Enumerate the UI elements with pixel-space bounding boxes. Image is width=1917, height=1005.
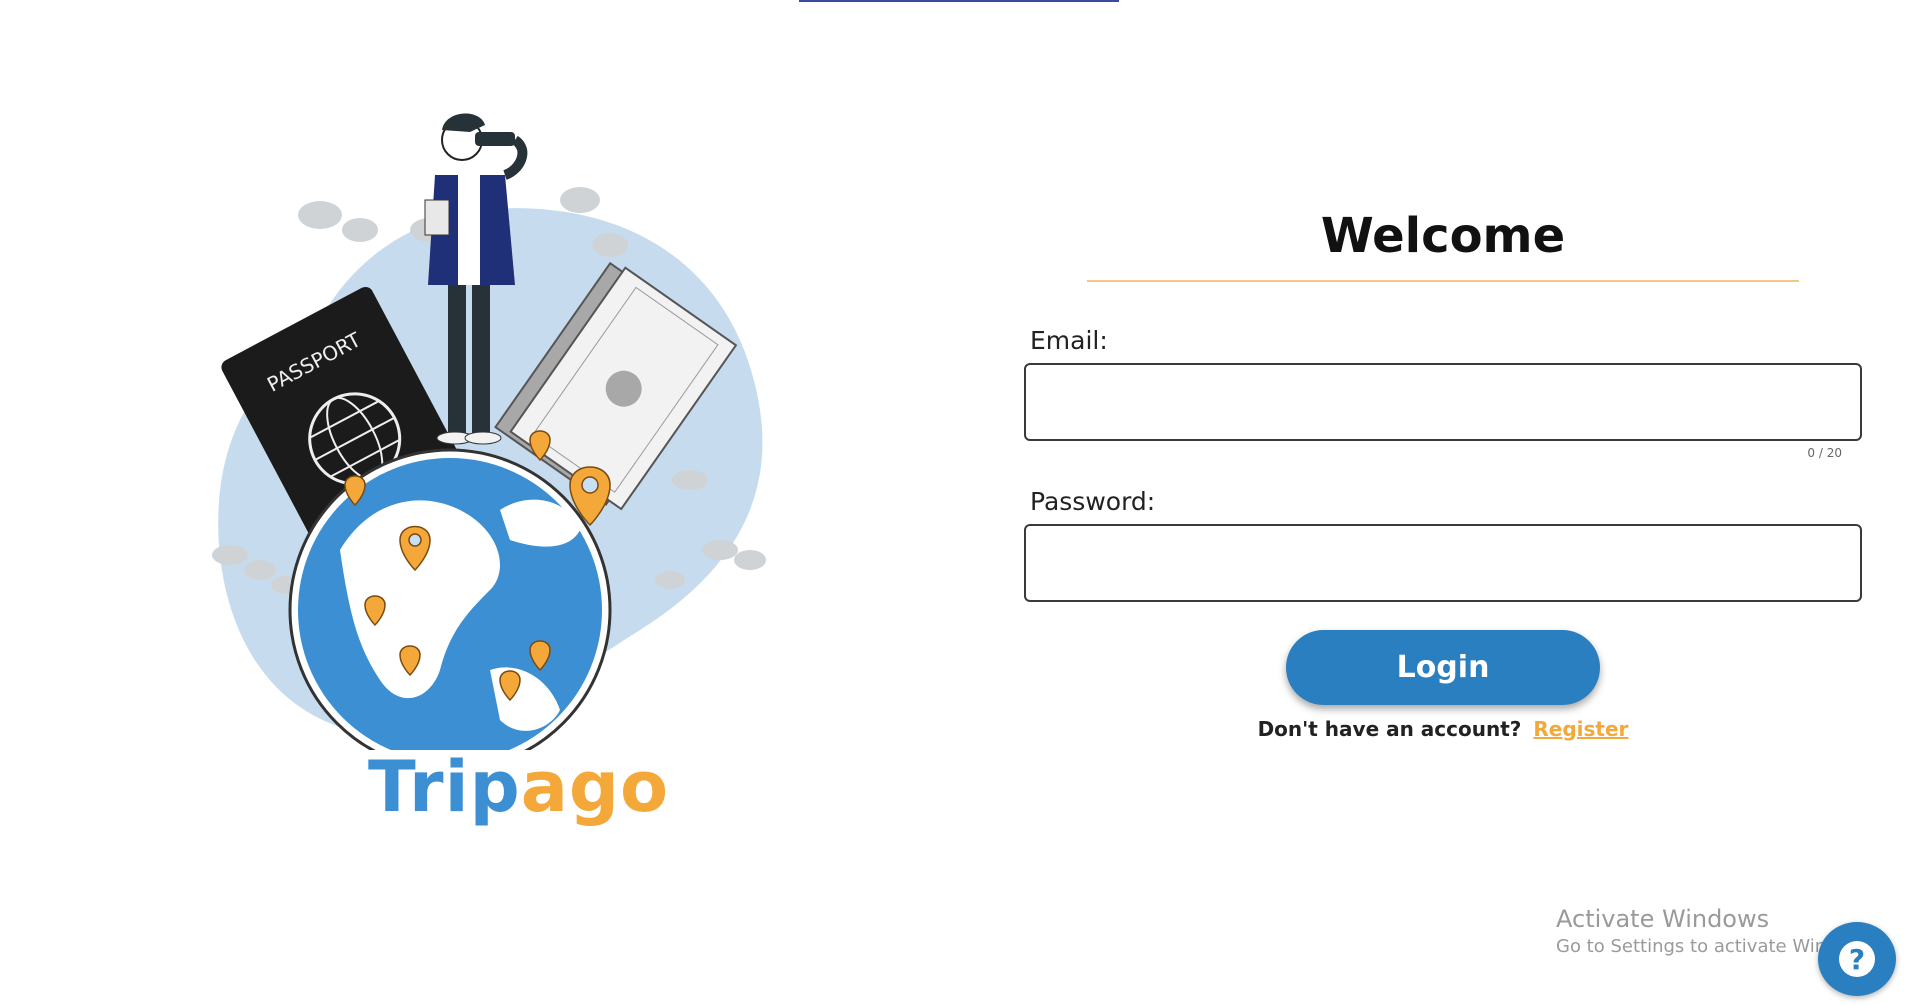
top-bar-line bbox=[799, 0, 1119, 2]
travel-illustration: PASSPORT bbox=[200, 110, 780, 750]
email-char-counter: 0 / 20 bbox=[1807, 446, 1842, 460]
password-label: Password: bbox=[1030, 487, 1156, 516]
page-title: Welcome bbox=[1320, 208, 1566, 264]
email-label: Email: bbox=[1030, 326, 1108, 355]
no-account-text: Don't have an account? bbox=[1257, 717, 1522, 741]
register-link[interactable]: Register bbox=[1533, 717, 1628, 741]
email-field[interactable] bbox=[1024, 363, 1862, 441]
brand-logo: Tripago bbox=[368, 752, 669, 822]
activation-title: Activate Windows bbox=[1556, 905, 1770, 933]
brand-part-trip: Trip bbox=[368, 746, 521, 828]
login-button[interactable]: Login bbox=[1286, 630, 1600, 705]
register-row: Don't have an account? Register bbox=[1024, 717, 1862, 741]
login-form: Welcome Email: 0 / 20 Password: Login Do… bbox=[1024, 200, 1862, 741]
brand-part-ago: ago bbox=[520, 746, 670, 828]
question-icon: ? bbox=[1839, 941, 1875, 977]
title-divider bbox=[1087, 280, 1799, 282]
password-field[interactable] bbox=[1024, 524, 1862, 602]
help-button[interactable]: ? bbox=[1818, 922, 1896, 996]
